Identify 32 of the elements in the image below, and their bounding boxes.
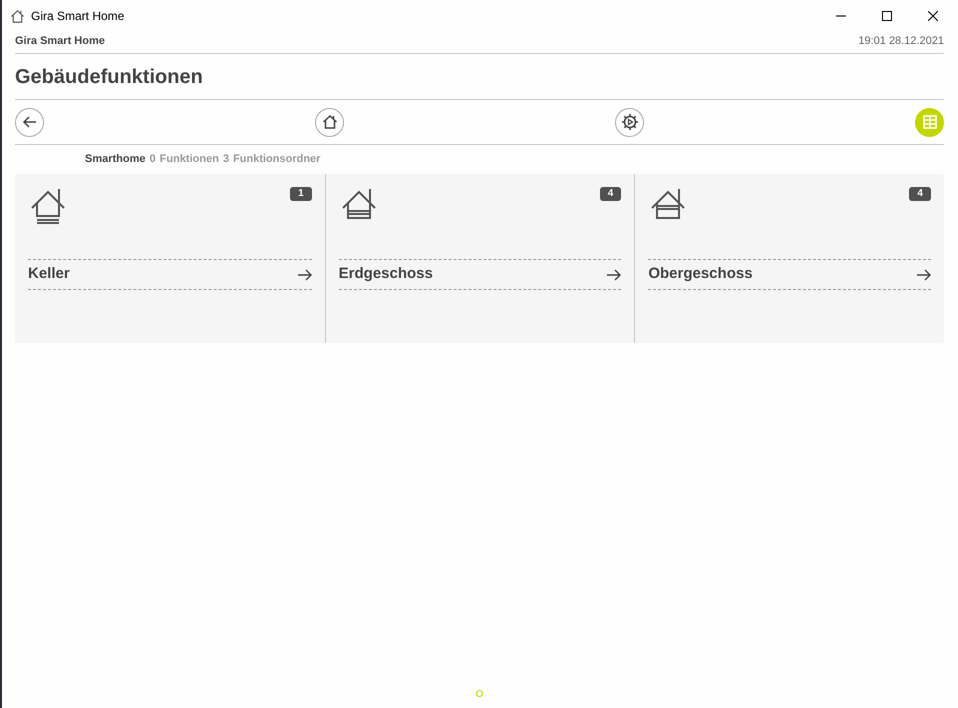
- room-tile[interactable]: 4 Obergeschoss: [634, 174, 944, 343]
- minimize-icon: [836, 15, 846, 17]
- room-tile[interactable]: 4 Erdgeschoss: [324, 174, 634, 343]
- breadcrumb-location: Smarthome: [85, 152, 146, 168]
- grid-icon: [922, 115, 936, 129]
- count-badge: 4: [600, 187, 622, 201]
- window-title: Gira Smart Home: [31, 8, 124, 25]
- room-name: Erdgeschoss: [338, 264, 433, 284]
- arrow-right-icon: [916, 268, 931, 280]
- app-name: Gira Smart Home: [15, 34, 105, 48]
- room-tile[interactable]: 1 Keller: [15, 174, 325, 343]
- maximize-icon: [882, 11, 892, 21]
- arrow-right-icon: [298, 268, 312, 280]
- scenes-button[interactable]: [615, 108, 644, 136]
- home-icon: [322, 114, 338, 130]
- functions-label: Funktionen: [160, 152, 219, 168]
- room-name: Keller: [28, 264, 70, 284]
- back-arrow-icon: [22, 114, 38, 130]
- folders-count: 3: [222, 152, 230, 168]
- count-badge: 4: [909, 187, 931, 201]
- back-button[interactable]: [15, 108, 44, 136]
- gear-play-icon: [620, 113, 638, 131]
- home-button[interactable]: [315, 108, 344, 136]
- room-name: Obergeschoss: [648, 264, 753, 284]
- folders-label: Funktionsordner: [233, 152, 320, 168]
- count-badge: 1: [290, 187, 312, 201]
- page-title: Gebäudefunktionen: [15, 64, 203, 90]
- date-time: 19:01 28.12.2021: [858, 34, 944, 48]
- app-icon: [10, 8, 25, 24]
- arrow-right-icon: [607, 268, 622, 280]
- functions-count: 0: [150, 152, 156, 168]
- close-icon: [928, 11, 938, 21]
